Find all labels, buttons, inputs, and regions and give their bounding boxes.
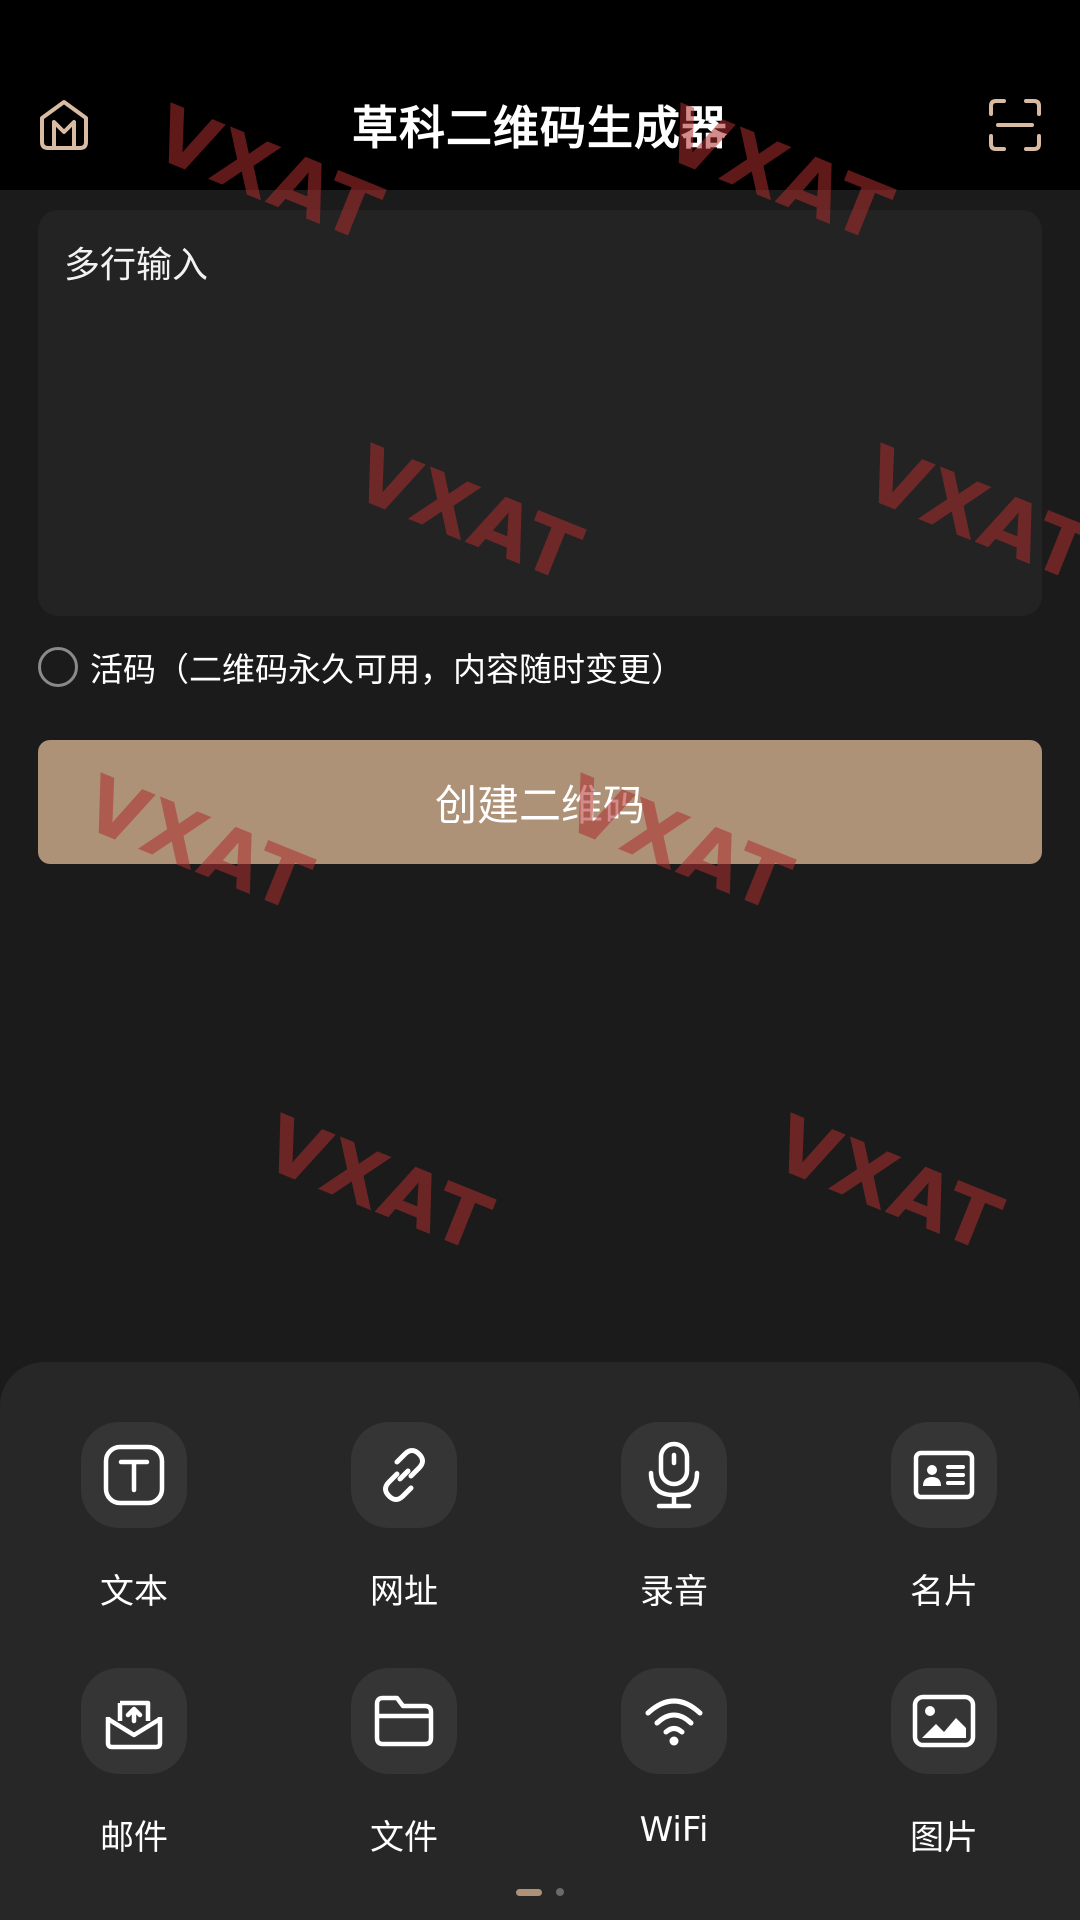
contact-card-icon (913, 1450, 975, 1500)
type-item-contact-card[interactable]: 名片 (844, 1422, 1044, 1613)
app-screen: 草科二维码生成器 活码（二维码永久可用，内容随时变更） 创建二维码 VXAT V… (0, 0, 1080, 1920)
type-item-file[interactable]: 文件 (304, 1668, 504, 1859)
page-title: 草科二维码生成器 (352, 101, 728, 155)
type-item-audio[interactable]: 录音 (574, 1422, 774, 1613)
watermark: VXAT (761, 1099, 1015, 1271)
type-label: WiFi (639, 1810, 709, 1850)
type-label: 文件 (370, 1818, 438, 1858)
watermark: VXAT (251, 1099, 505, 1271)
mail-icon (105, 1700, 163, 1750)
live-code-option[interactable]: 活码（二维码永久可用，内容随时变更） (38, 642, 684, 692)
text-icon (103, 1444, 165, 1506)
link-icon (383, 1448, 425, 1502)
image-icon (912, 1694, 976, 1748)
type-label: 图片 (910, 1818, 978, 1858)
type-label: 网址 (370, 1572, 438, 1612)
create-qrcode-button[interactable]: 创建二维码 (38, 740, 1042, 864)
type-item-email[interactable]: 邮件 (34, 1668, 234, 1859)
live-code-radio[interactable] (38, 647, 78, 687)
type-item-text[interactable]: 文本 (34, 1422, 234, 1613)
type-label: 名片 (910, 1572, 978, 1612)
folder-icon (374, 1695, 434, 1747)
live-code-label: 活码（二维码永久可用，内容随时变更） (90, 650, 684, 689)
page-dot[interactable] (556, 1888, 564, 1896)
type-label: 文本 (100, 1572, 168, 1612)
type-label: 邮件 (100, 1818, 168, 1858)
type-label: 录音 (640, 1572, 708, 1612)
header-bar: 草科二维码生成器 (0, 0, 1080, 190)
type-item-url[interactable]: 网址 (304, 1422, 504, 1613)
type-item-image[interactable]: 图片 (844, 1668, 1044, 1859)
microphone-icon (648, 1441, 700, 1509)
multiline-input[interactable] (38, 210, 1042, 616)
page-dot-active (516, 1888, 542, 1896)
page-indicator (0, 1888, 1080, 1896)
wifi-icon (645, 1698, 703, 1746)
type-item-wifi[interactable]: WiFi (574, 1668, 774, 1850)
scan-icon[interactable] (988, 98, 1042, 152)
